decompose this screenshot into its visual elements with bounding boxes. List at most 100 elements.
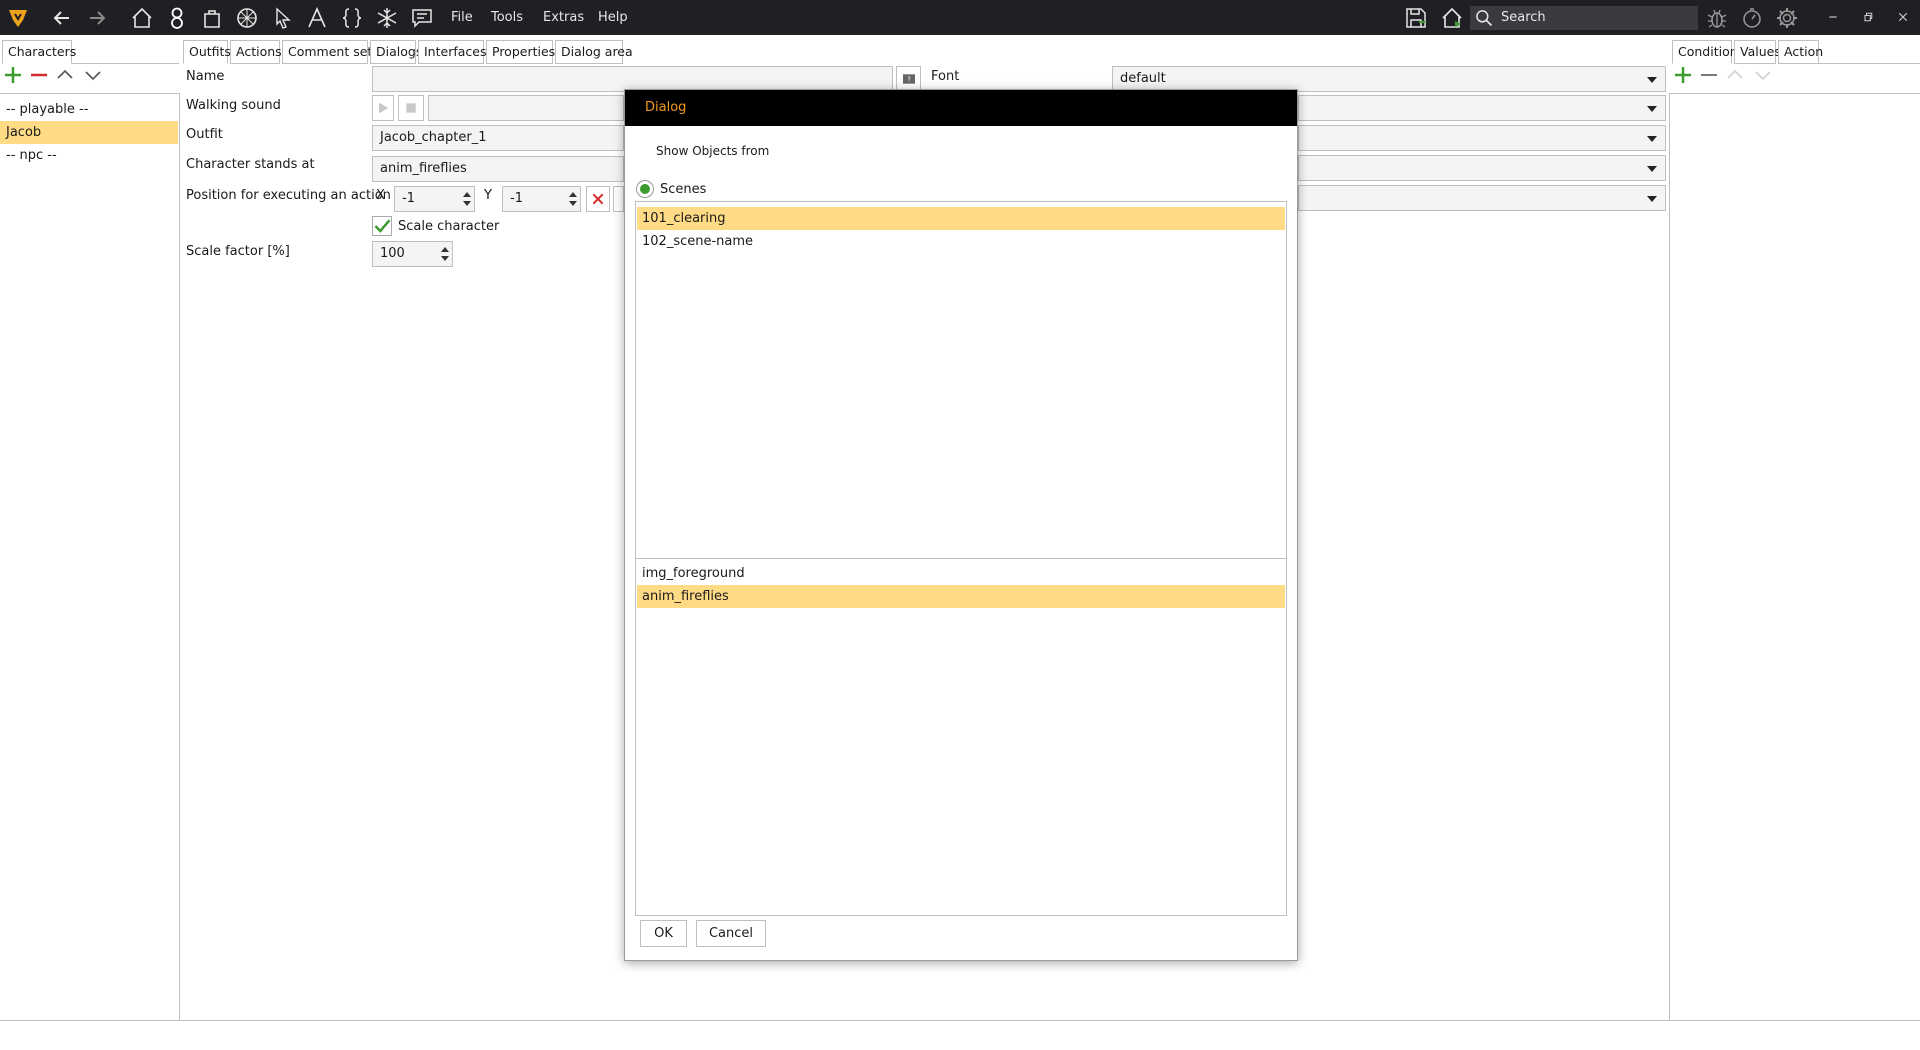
- font-icon[interactable]: [302, 3, 332, 33]
- script-braces-icon[interactable]: [337, 3, 367, 33]
- list-item-selected[interactable]: Jacob: [0, 121, 178, 144]
- top-toolbar: File Tools Extras Help Search: [0, 0, 1920, 35]
- bottom-border: [0, 1020, 1920, 1021]
- objects-ball-icon[interactable]: [232, 3, 262, 33]
- tab-conditions[interactable]: Conditions: [1672, 40, 1744, 64]
- start-scene-home-icon[interactable]: [1437, 3, 1467, 33]
- settings-gear-icon[interactable]: [1772, 3, 1802, 33]
- close-icon: [592, 193, 604, 205]
- tab-comment-sets[interactable]: Comment sets: [282, 40, 379, 64]
- left-panel-divider: [179, 93, 180, 1020]
- objects-list[interactable]: img_foreground anim_fireflies: [635, 558, 1287, 916]
- back-arrow-icon[interactable]: [47, 3, 77, 33]
- dialog-speech-icon[interactable]: [407, 3, 437, 33]
- move-down-icon[interactable]: [1750, 62, 1776, 88]
- characters-icon[interactable]: [162, 3, 192, 33]
- play-sound-button[interactable]: [372, 95, 394, 121]
- stop-sound-button[interactable]: [398, 95, 424, 121]
- particles-snowflake-icon[interactable]: [372, 3, 402, 33]
- play-icon: [379, 102, 389, 114]
- svg-text:?: ?: [907, 76, 911, 84]
- scene-item-selected[interactable]: 101_clearing: [637, 207, 1285, 230]
- stop-icon: [406, 103, 416, 113]
- minimize-button[interactable]: [1820, 5, 1846, 29]
- right-tab-baseline: [1819, 63, 1920, 64]
- timer-icon[interactable]: [1737, 3, 1767, 33]
- stands-at-label: Character stands at: [186, 157, 315, 172]
- stands-at-dropdown[interactable]: [1298, 155, 1666, 181]
- move-up-icon[interactable]: [1722, 62, 1748, 88]
- dialog-heading: Show Objects from: [656, 144, 770, 158]
- tab-dialog-area[interactable]: Dialog area: [555, 40, 633, 64]
- tab-interfaces[interactable]: Interfaces: [418, 40, 486, 64]
- spin-arrows-icon[interactable]: [441, 245, 449, 263]
- tab-action[interactable]: Action: [1778, 40, 1823, 64]
- tab-properties[interactable]: Properties: [486, 40, 555, 64]
- list-item[interactable]: -- npc --: [0, 144, 178, 167]
- chevron-down-icon: [1647, 196, 1657, 202]
- move-down-icon[interactable]: [80, 62, 106, 88]
- ok-button[interactable]: OK: [640, 920, 687, 947]
- close-window-button[interactable]: [1890, 5, 1916, 29]
- font-label: Font: [931, 69, 960, 84]
- restore-button[interactable]: [1855, 5, 1881, 29]
- debug-bug-icon[interactable]: [1702, 3, 1732, 33]
- dialog-title: Dialog: [645, 100, 687, 115]
- name-label: Name: [186, 69, 225, 84]
- menu-file[interactable]: File: [451, 0, 473, 35]
- left-list-top-border: [0, 93, 179, 94]
- save-icon[interactable]: [1401, 3, 1431, 33]
- spin-arrows-icon[interactable]: [463, 190, 471, 208]
- walking-sound-label: Walking sound: [186, 98, 281, 113]
- chevron-down-icon: [1647, 136, 1657, 142]
- app-logo-icon[interactable]: [3, 3, 33, 33]
- chevron-down-icon: [1647, 77, 1657, 83]
- object-item[interactable]: img_foreground: [637, 562, 1285, 585]
- tab-actions[interactable]: Actions: [230, 40, 282, 64]
- spin-arrows-icon[interactable]: [569, 190, 577, 208]
- remove-character-icon[interactable]: [26, 62, 52, 88]
- show-objects-dialog: Dialog Show Objects from Scenes 101_clea…: [624, 89, 1298, 961]
- outfit-select[interactable]: Jacob_chapter_1: [372, 125, 624, 151]
- menu-help[interactable]: Help: [598, 0, 628, 35]
- search-input[interactable]: Search: [1470, 6, 1698, 30]
- add-character-icon[interactable]: [0, 62, 26, 88]
- x-value: -1: [402, 191, 415, 206]
- scale-character-label: Scale character: [398, 219, 500, 234]
- clear-position-button[interactable]: [586, 186, 610, 212]
- remove-condition-icon[interactable]: [1696, 62, 1722, 88]
- pick-position-button[interactable]: [613, 186, 624, 212]
- add-condition-icon[interactable]: [1670, 62, 1696, 88]
- forward-arrow-icon[interactable]: [82, 3, 112, 33]
- scale-factor-spinbox[interactable]: 100: [372, 241, 453, 267]
- walking-sound-field[interactable]: [428, 95, 624, 121]
- object-item-selected[interactable]: anim_fireflies: [637, 585, 1285, 608]
- scale-character-checkbox[interactable]: [372, 216, 392, 236]
- home-icon[interactable]: [127, 3, 157, 33]
- stands-at-select[interactable]: anim_fireflies: [372, 156, 624, 182]
- y-label: Y: [484, 188, 492, 203]
- tab-characters[interactable]: Characters: [2, 40, 76, 64]
- tab-dialogs[interactable]: Dialogs: [370, 40, 422, 64]
- search-icon: [1476, 10, 1493, 27]
- position-dropdown[interactable]: [1298, 185, 1666, 211]
- walking-sound-select[interactable]: [1298, 95, 1666, 121]
- x-spinbox[interactable]: -1: [394, 186, 475, 212]
- menu-extras[interactable]: Extras: [543, 0, 584, 35]
- scenes-radio[interactable]: [636, 180, 654, 198]
- scale-factor-label: Scale factor [%]: [186, 244, 290, 259]
- menu-tools[interactable]: Tools: [491, 0, 523, 35]
- outfit-dropdown[interactable]: [1298, 125, 1666, 151]
- y-value: -1: [510, 191, 523, 206]
- move-up-icon[interactable]: [52, 62, 78, 88]
- inventory-bag-icon[interactable]: [197, 3, 227, 33]
- cancel-button[interactable]: Cancel: [696, 920, 766, 947]
- y-spinbox[interactable]: -1: [502, 186, 581, 212]
- tab-outfits[interactable]: Outfits: [183, 40, 231, 64]
- x-label: X: [376, 188, 385, 203]
- scene-item[interactable]: 102_scene-name: [637, 230, 1285, 253]
- cursor-icon[interactable]: [268, 3, 298, 33]
- list-item[interactable]: -- playable --: [0, 98, 178, 121]
- scenes-list[interactable]: 101_clearing 102_scene-name: [635, 201, 1287, 559]
- tab-values[interactable]: Values: [1734, 40, 1781, 64]
